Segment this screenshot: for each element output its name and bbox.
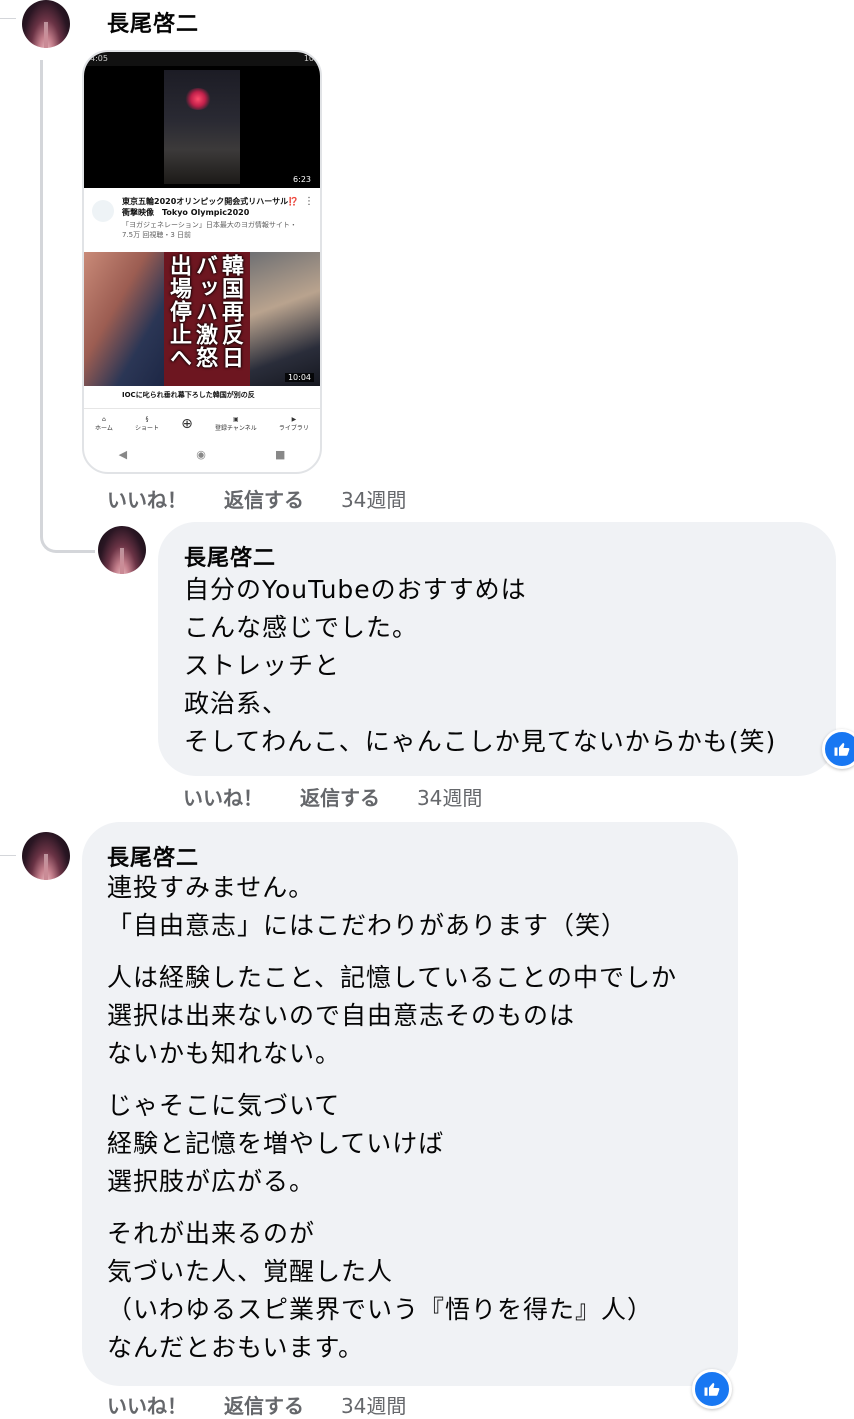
timestamp[interactable]: 34週間 (341, 488, 406, 512)
comment-paragraph: それが出来るのが 気づいた人、覚醒した人 （いわゆるスピ業界でいう『悟りを得た』… (107, 1219, 654, 1362)
person-image-left (84, 252, 164, 386)
shorts-icon: § (145, 416, 149, 423)
like-link[interactable]: いいね！ (183, 786, 263, 810)
thumbs-up-icon (704, 1382, 720, 1396)
thread-connector-line-2 (0, 855, 16, 856)
more-icon: ⋮ (304, 196, 314, 207)
thumbs-up-icon (834, 742, 850, 756)
avatar[interactable] (22, 832, 70, 880)
nav-create: ⊕ (181, 416, 193, 432)
home-circle-icon: ◉ (196, 447, 206, 461)
thread-connector-line (0, 18, 16, 19)
comment-author[interactable]: 長尾啓二 (107, 6, 199, 38)
comment-author[interactable]: 長尾啓二 (107, 840, 199, 872)
comment-actions: いいね！ 返信する 34週間 (107, 484, 436, 513)
timestamp[interactable]: 34週間 (341, 1394, 406, 1418)
plus-circle-icon: ⊕ (181, 416, 193, 432)
video-title: IOCに叱られ垂れ幕下ろした韓国が別の反 (122, 391, 255, 399)
like-reaction-badge[interactable] (692, 1369, 732, 1409)
like-reaction-badge[interactable] (822, 729, 854, 769)
avatar[interactable] (22, 0, 70, 48)
timestamp[interactable]: 34週間 (417, 786, 482, 810)
nav-home: ⌂ ホーム (95, 416, 113, 432)
comment-paragraph: 連投すみません。 「自由意志」にはこだわりがあります（笑） (107, 873, 628, 940)
recents-icon: ■ (275, 447, 286, 461)
comment-paragraph: じゃそこに気づいて 経験と記憶を増やしていけば 選択肢が広がる。 (107, 1091, 445, 1196)
avatar[interactable] (98, 526, 146, 574)
overlay-text-right: 韓国再反日 (218, 254, 243, 369)
video-title: 東京五輪2020オリンピック開会式リハーサル⁉️ 衝撃映像 Tokyo Olym… (122, 197, 299, 217)
attached-screenshot[interactable]: 4:05 10 6:23 東京五輪2020オリンピック開会式リハーサル⁉️ 衝撃… (82, 50, 322, 474)
video-thumbnail-news: 韓国再反日 バッハ激怒 出場停止へ 10:04 (84, 252, 320, 386)
video-duration: 6:23 (290, 175, 314, 184)
fireworks-image (184, 88, 212, 110)
nav-library: ▶ ライブラリ (278, 416, 309, 432)
comment-line: そしてわんこ、にゃんこしか見てないからかも(笑) (184, 727, 777, 756)
video-info-2: IOCに叱られ垂れ幕下ろした韓国が別の反 (84, 386, 320, 408)
comment-actions: いいね！ 返信する 34週間 (183, 782, 512, 811)
comment-line: ストレッチと (184, 651, 341, 680)
reply-link[interactable]: 返信する (224, 1394, 304, 1418)
like-link[interactable]: いいね！ (107, 1394, 187, 1418)
comment-text: 自分のYouTubeのおすすめは こんな感じでした。 ストレッチと 政治系、 そ… (184, 571, 776, 761)
like-link[interactable]: いいね！ (107, 488, 187, 512)
nav-subscriptions: ▣ 登録チャンネル (214, 416, 257, 432)
channel-logo (92, 200, 114, 222)
comment-author[interactable]: 長尾啓二 (184, 540, 276, 572)
comment-text: 連投すみません。 「自由意志」にはこだわりがあります（笑） 人は経験したこと、記… (107, 869, 677, 1381)
back-icon: ◀ (118, 447, 128, 461)
person-image-right (250, 252, 320, 386)
comment-bubble: 長尾啓二 連投すみません。 「自由意志」にはこだわりがあります（笑） 人は経験し… (82, 822, 738, 1386)
comment-line: こんな感じでした。 (184, 613, 419, 642)
subscriptions-icon: ▣ (233, 416, 239, 423)
comment-actions: いいね！ 返信する 34週間 (107, 1390, 436, 1419)
home-icon: ⌂ (102, 416, 106, 423)
video-info: 東京五輪2020オリンピック開会式リハーサル⁉️ 衝撃映像 Tokyo Olym… (84, 188, 320, 252)
comment-bubble: 長尾啓二 自分のYouTubeのおすすめは こんな感じでした。 ストレッチと 政… (158, 522, 836, 776)
overlay-text-left: 出場停止へ (166, 254, 191, 369)
app-bottom-nav: ⌂ ホーム § ショート ⊕ ▣ 登録チャンネル ▶ ライブラリ (84, 408, 320, 439)
nav-shorts: § ショート (134, 416, 159, 432)
android-nav-bar: ◀ ◉ ■ (84, 439, 320, 469)
comment-line: 政治系、 (184, 689, 289, 718)
comment-paragraph: 人は経験したこと、記憶していることの中でしか 選択は出来ないので自由意志そのもの… (107, 963, 678, 1068)
phone-status-bar: 4:05 10 (84, 52, 320, 66)
overlay-text-mid: バッハ激怒 (192, 254, 217, 369)
video-duration: 10:04 (284, 373, 314, 382)
video-meta: 「ヨガジェネレーション」日本最大のヨガ情報サイト・7.5万 回視聴・3 日前 (122, 221, 297, 239)
comment-line: 自分のYouTubeのおすすめは (184, 575, 527, 604)
library-icon: ▶ (291, 416, 297, 423)
reply-link[interactable]: 返信する (224, 488, 304, 512)
video-thumbnail-fireworks: 6:23 (84, 66, 320, 188)
reply-link[interactable]: 返信する (300, 786, 380, 810)
